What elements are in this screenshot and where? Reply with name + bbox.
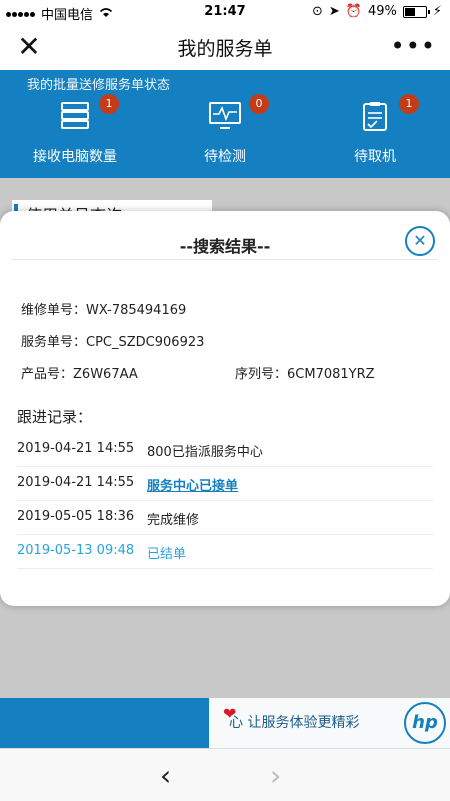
product-label: 产品号： [21,367,74,382]
alarm-icon: ⏰ [345,4,362,19]
record-status: 完成维修 [147,513,200,528]
nav-bar: ✕ 我的服务单 ••• [0,24,450,70]
monitor-icon: 0 [207,94,269,132]
stat-label: 待取机 [354,149,396,165]
location-icon: ➤ [328,4,340,19]
battery-percent: 49% [367,4,397,19]
more-icon[interactable]: ••• [391,34,436,58]
status-right: ⊙ ➤ ⏰ 49% ⚡ [312,4,442,19]
badge-count: 0 [249,94,269,114]
dialog-title: --搜索结果-- [179,237,271,256]
status-bar: 中国电信 21:47 ⊙ ➤ ⏰ 49% ⚡ [0,0,450,24]
record-status-link[interactable]: 服务中心已接单 [147,475,238,494]
clipboard-icon: 1 [357,94,419,132]
records-title: 跟进记录： [17,408,93,426]
record-status: 800已指派服务中心 [147,445,263,460]
badge-count: 1 [99,94,119,114]
battery-icon [402,5,430,18]
page-title: 我的服务单 [177,38,273,60]
repair-order-label: 维修单号： [21,303,87,318]
badge-count: 1 [399,94,419,114]
status-banner: 我的批量送修服务单状态 1 接收电脑数量 0 待检测 1 待取机 [0,70,450,178]
close-icon[interactable]: ✕ [405,226,435,256]
record-row: 2019-05-05 18:36 完成维修 [17,501,433,535]
record-row-latest: 2019-05-13 09:48 已结单 [17,535,433,569]
repair-order-value: WX-785494169 [86,303,187,318]
chevron-right-icon[interactable]: › [270,759,281,792]
stat-label: 接收电脑数量 [33,149,117,165]
search-result-dialog: --搜索结果-- ✕ 维修单号：WX-785494169 服务单号：CPC_SZ… [0,211,450,606]
charging-icon: ⚡ [432,4,442,19]
stat-pending-pickup[interactable]: 1 待取机 [310,94,440,166]
serial-row: 序列号：6CM7081YRZ [235,363,375,382]
record-date: 2019-04-21 14:55 [17,475,135,490]
banner-subtitle: 我的批量送修服务单状态 [27,78,171,93]
footer-slogan: 心 让服务体验更精彩 [229,715,360,731]
product-row: 产品号：Z6W67AA [21,363,138,382]
service-order-value: CPC_SZDC906923 [86,335,205,350]
stat-received[interactable]: 1 接收电脑数量 [10,94,140,166]
divider [12,259,438,260]
footer-slogan-panel: ❤ 心 让服务体验更精彩 hp [209,698,450,748]
serial-label: 序列号： [235,367,288,382]
record-date: 2019-05-05 18:36 [17,509,135,524]
record-status: 已结单 [147,547,187,562]
record-row: 2019-04-21 14:55 服务中心已接单 [17,467,433,501]
server-icon: 1 [57,94,119,132]
record-date: 2019-05-13 09:48 [17,543,135,558]
hp-logo: hp [404,702,446,744]
repair-order-row: 维修单号：WX-785494169 [21,299,186,318]
service-order-row: 服务单号：CPC_SZDC906923 [21,331,204,350]
record-date: 2019-04-21 14:55 [17,441,135,456]
lock-rotation-icon: ⊙ [311,4,323,19]
service-order-label: 服务单号： [21,335,87,350]
stat-pending-inspection[interactable]: 0 待检测 [160,94,290,166]
serial-value: 6CM7081YRZ [287,367,375,382]
stat-label: 待检测 [204,149,246,165]
footer-banner: ❤ 心 让服务体验更精彩 hp [0,698,450,748]
record-row: 2019-04-21 14:55 800已指派服务中心 [17,433,433,467]
product-value: Z6W67AA [73,367,138,382]
browser-toolbar: ‹ › [0,748,450,801]
chevron-left-icon[interactable]: ‹ [160,759,171,792]
